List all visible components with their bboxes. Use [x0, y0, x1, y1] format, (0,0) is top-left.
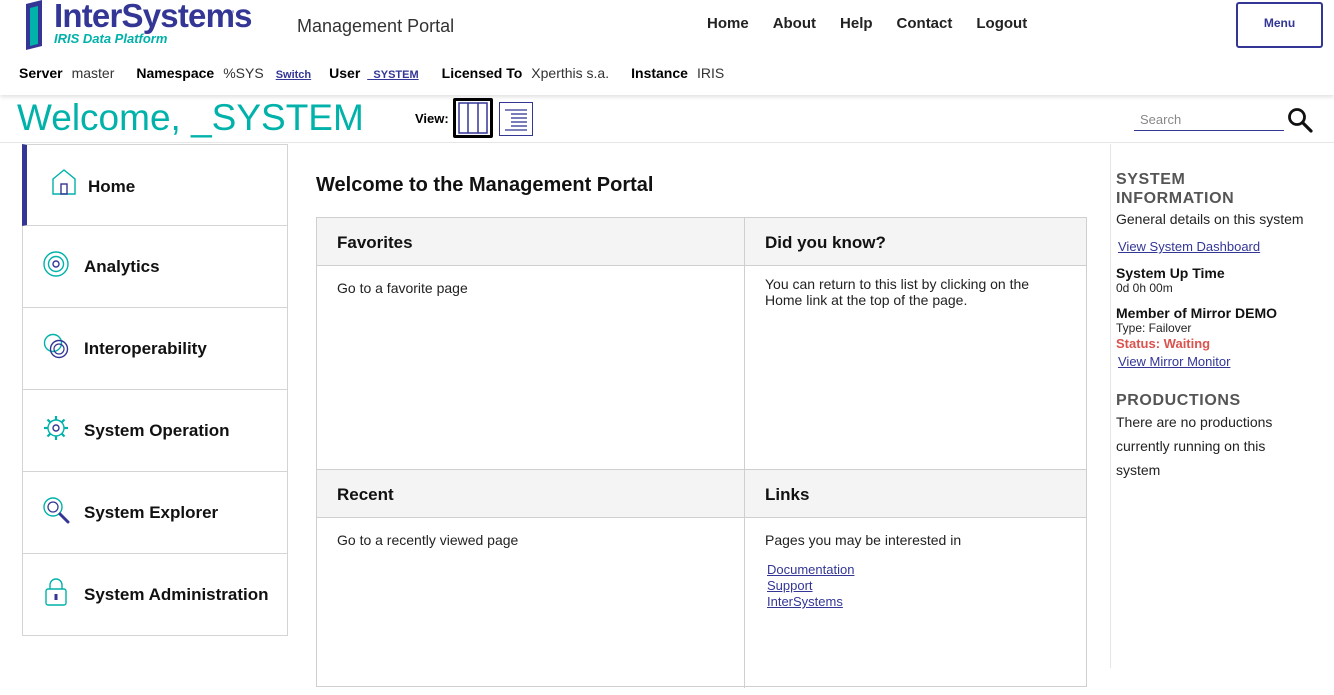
explorer-search-icon	[43, 497, 70, 524]
server-value: master	[71, 65, 115, 81]
mirror-status: Status: Waiting	[1116, 336, 1211, 351]
intersystems-logo[interactable]: InterSystems ™ IRIS Data Platform	[24, 0, 252, 50]
licensed-to-label: Licensed To	[441, 65, 523, 81]
logo-subtitle: IRIS Data Platform	[54, 31, 168, 46]
mirror-type: Type: Failover	[1116, 321, 1192, 335]
favorites-text: Go to a favorite page	[337, 280, 468, 296]
intersystems-link[interactable]: InterSystems	[767, 594, 1047, 610]
sidebar-item-label: System Administration	[84, 585, 269, 604]
did-you-know-text: You can return to this list by clicking …	[765, 276, 1030, 308]
did-you-know-header: Did you know?	[745, 218, 1086, 266]
mirror-label: Member of Mirror DEMO	[1116, 305, 1278, 321]
topnav-contact-link[interactable]: Contact	[897, 15, 953, 32]
links-header: Links	[745, 470, 1086, 518]
documentation-link[interactable]: Documentation	[767, 562, 1047, 578]
sidebar-item-system-administration[interactable]: System Administration	[22, 554, 288, 636]
sidebar-item-analytics[interactable]: Analytics	[22, 226, 288, 308]
menu-button[interactable]: Menu	[1236, 2, 1323, 48]
main-title: Welcome to the Management Portal	[316, 174, 654, 196]
sidebar-item-system-operation[interactable]: System Operation	[22, 390, 288, 472]
sidebar-item-system-explorer[interactable]: System Explorer	[22, 472, 288, 554]
productions-text: There are no productions currently runni…	[1116, 414, 1273, 478]
home-icon	[52, 169, 76, 195]
topnav-logout-link[interactable]: Logout	[976, 15, 1027, 32]
uptime-label: System Up Time	[1116, 265, 1225, 281]
system-information-heading: SYSTEM INFORMATION	[1116, 171, 1235, 207]
server-label: Server	[19, 65, 63, 81]
user-link[interactable]: _SYSTEM	[367, 69, 418, 81]
divider	[744, 218, 745, 688]
view-mirror-monitor-link[interactable]: View Mirror Monitor	[1118, 354, 1230, 369]
instance-label: Instance	[631, 65, 688, 81]
topnav-home-link[interactable]: Home	[707, 15, 749, 32]
search-input[interactable]	[1134, 109, 1284, 131]
analytics-icon	[43, 251, 69, 277]
gear-icon	[44, 416, 68, 440]
home-widgets-grid: Favorites Go to a favorite page Did you …	[316, 217, 1087, 688]
recent-header: Recent	[317, 470, 744, 518]
instance-value: IRIS	[696, 65, 725, 81]
namespace-label: Namespace	[136, 65, 215, 81]
productions-heading: PRODUCTIONS	[1116, 392, 1241, 409]
logo-mark-icon	[26, 0, 42, 50]
search-icon	[1288, 108, 1313, 133]
sidebar-item-label: Interoperability	[84, 339, 207, 358]
topnav-help-link[interactable]: Help	[840, 15, 873, 32]
search-button[interactable]	[1286, 106, 1314, 134]
links-text: Pages you may be interested in	[765, 532, 962, 548]
sidebar-item-label: Home	[88, 177, 136, 196]
links-list: Documentation Support InterSystems	[767, 562, 1047, 610]
switch-namespace-link[interactable]: Switch	[276, 69, 311, 81]
columns-view-icon	[458, 102, 488, 134]
view-columns-button[interactable]	[453, 98, 493, 138]
sidebar-item-label: System Explorer	[84, 503, 219, 522]
header: InterSystems ™ IRIS Data Platform Manage…	[0, 0, 1334, 95]
view-system-dashboard-link[interactable]: View System Dashboard	[1118, 239, 1260, 254]
trademark-mark: ™	[227, 10, 234, 17]
divider	[0, 142, 1334, 143]
view-label: View:	[415, 111, 449, 126]
top-navigation: Home About Help Contact Logout	[707, 15, 1051, 32]
sidebar-item-home[interactable]: Home	[22, 144, 288, 226]
sidebar-item-label: System Operation	[84, 421, 230, 440]
recent-text: Go to a recently viewed page	[337, 532, 519, 548]
user-label: User	[329, 65, 361, 81]
sidebar-item-interoperability[interactable]: Interoperability	[22, 308, 288, 390]
sidebar-item-label: Analytics	[84, 257, 160, 276]
view-list-button[interactable]	[499, 102, 533, 136]
system-info-panel: SYSTEM INFORMATION General details on th…	[1110, 144, 1334, 668]
topnav-about-link[interactable]: About	[773, 15, 816, 32]
lock-icon	[45, 578, 67, 606]
sidebar-nav: Home Analytics Interoperability System O…	[22, 144, 288, 636]
interoperability-icon	[43, 333, 69, 359]
portal-title: Management Portal	[297, 16, 455, 36]
list-view-icon	[505, 109, 527, 131]
uptime-value: 0d 0h 00m	[1116, 281, 1173, 295]
licensed-to-value: Xperthis s.a.	[531, 65, 610, 81]
namespace-value: %SYS	[223, 65, 264, 81]
welcome-heading: Welcome, _SYSTEM	[17, 97, 364, 138]
logo-wordmark: InterSystems	[54, 0, 252, 34]
support-link[interactable]: Support	[767, 578, 1047, 594]
context-info-bar: Server master Namespace %SYS Switch User…	[19, 65, 746, 81]
system-information-description: General details on this system	[1116, 211, 1304, 227]
favorites-header: Favorites	[317, 218, 744, 266]
